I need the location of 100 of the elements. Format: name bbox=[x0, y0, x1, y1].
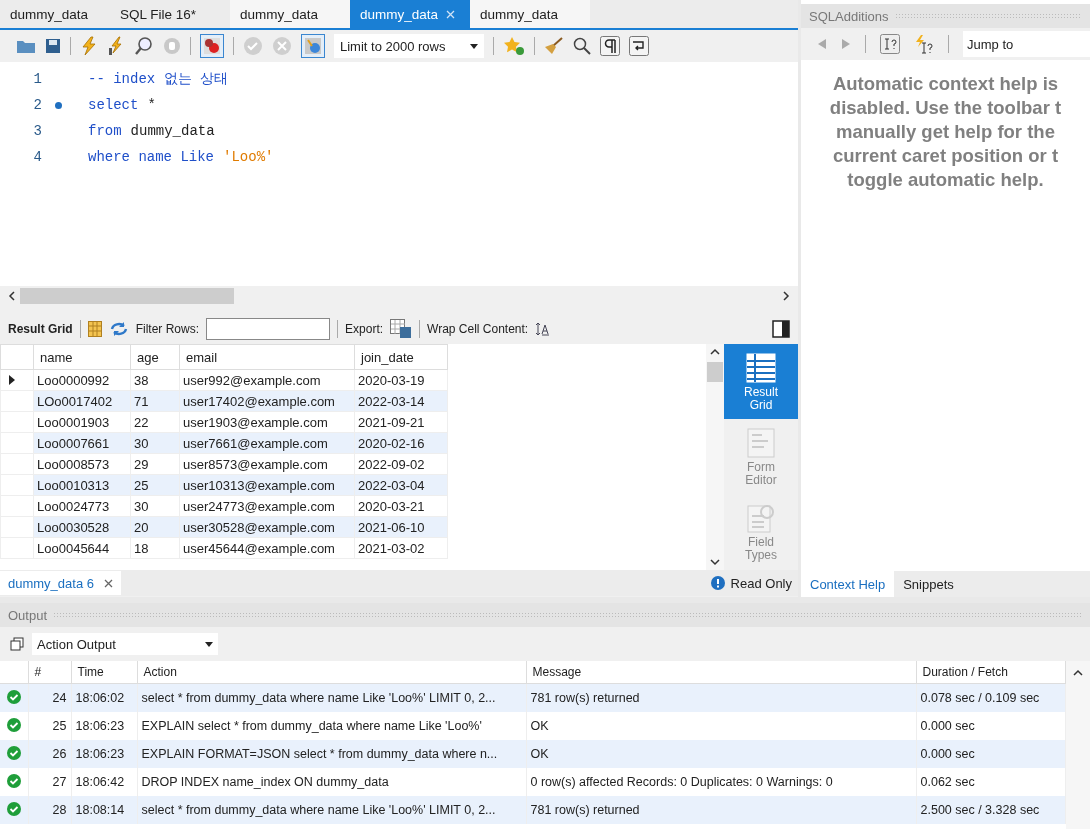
info-icon bbox=[710, 576, 725, 590]
line-number: 2 bbox=[32, 97, 42, 113]
column-header[interactable]: join_date bbox=[354, 344, 448, 370]
stop-on-error-toggle[interactable] bbox=[200, 34, 224, 58]
table-cell: Loo0000992 bbox=[33, 369, 131, 391]
wrap-icon[interactable] bbox=[629, 36, 649, 56]
column-header[interactable]: Time bbox=[71, 661, 137, 684]
table-cell: 2022-09-02 bbox=[354, 453, 448, 475]
export-icon[interactable] bbox=[390, 319, 413, 339]
code-text: select bbox=[88, 97, 139, 113]
auto-help-icon[interactable] bbox=[914, 34, 934, 54]
table-cell: select * from dummy_data where name Like 'Loo%' LIMIT 0, 2... bbox=[137, 796, 526, 824]
line-number: 3 bbox=[32, 123, 42, 139]
table-cell: 2.500 sec / 3.328 sec bbox=[916, 796, 1065, 824]
columns-icon[interactable] bbox=[87, 321, 102, 337]
column-header[interactable]: Message bbox=[526, 661, 916, 684]
editor-tab[interactable]: SQL File 16* bbox=[110, 0, 230, 28]
table-cell: 28 bbox=[28, 796, 71, 824]
table-cell: 2021-09-21 bbox=[354, 411, 448, 433]
column-header[interactable]: age bbox=[130, 344, 180, 370]
line-number: 1 bbox=[32, 71, 42, 87]
table-cell: user8573@example.com bbox=[179, 453, 355, 475]
manual-help-icon[interactable] bbox=[880, 34, 900, 54]
table-cell: OK bbox=[526, 740, 916, 768]
success-icon bbox=[7, 717, 21, 732]
filter-rows-label: Filter Rows: bbox=[135, 322, 200, 336]
copy-icon[interactable] bbox=[10, 637, 24, 651]
broom-icon[interactable] bbox=[544, 36, 564, 56]
scroll-up-icon[interactable] bbox=[1072, 669, 1083, 677]
back-icon[interactable] bbox=[817, 38, 827, 50]
table-cell: user992@example.com bbox=[179, 369, 355, 391]
scroll-left-icon[interactable] bbox=[8, 291, 16, 301]
table-cell: select * from dummy_data where name Like 'Loo%' LIMIT 0, 2... bbox=[137, 683, 526, 712]
success-icon bbox=[7, 801, 21, 816]
wrap-text-icon[interactable] bbox=[535, 322, 550, 336]
table-cell: Loo0024773 bbox=[33, 495, 131, 517]
panel-tab[interactable]: Context Help bbox=[801, 571, 895, 597]
editor-tab[interactable]: dummy_data bbox=[350, 0, 470, 28]
table-cell: user24773@example.com bbox=[179, 495, 355, 517]
result-grid-label: Result Grid bbox=[8, 322, 73, 336]
panel-toggle-icon[interactable] bbox=[772, 320, 790, 338]
success-icon bbox=[7, 745, 21, 760]
table-cell: user1903@example.com bbox=[179, 411, 355, 433]
pilcrow-icon[interactable] bbox=[600, 36, 620, 56]
scrollbar-thumb[interactable] bbox=[20, 288, 234, 304]
caret-icon bbox=[470, 43, 478, 49]
filter-rows-field[interactable] bbox=[206, 318, 331, 340]
magnifier-icon[interactable] bbox=[134, 36, 154, 56]
read-only-label: Read Only bbox=[730, 575, 792, 591]
result-tab[interactable]: dummy_data 6 bbox=[0, 571, 121, 595]
jump-to-dropdown[interactable]: Jump to bbox=[963, 31, 1090, 57]
column-header[interactable]: Action bbox=[137, 661, 526, 684]
table-cell: 781 row(s) returned bbox=[526, 683, 916, 712]
code-text: 'Loo%' bbox=[223, 149, 274, 165]
view-button[interactable]: Result Grid bbox=[724, 344, 798, 420]
autocommit-toggle[interactable] bbox=[301, 34, 325, 58]
folder-icon[interactable] bbox=[16, 38, 36, 54]
output-type-dropdown[interactable]: Action Output bbox=[32, 633, 218, 655]
code-text: where name Like bbox=[88, 149, 215, 165]
table-cell: 2021-03-02 bbox=[354, 537, 448, 559]
column-header[interactable]: # bbox=[28, 661, 71, 684]
star-plus-icon[interactable] bbox=[503, 36, 525, 56]
editor-tab[interactable]: dummy_data bbox=[230, 0, 350, 28]
lightning-cursor-icon[interactable] bbox=[107, 36, 125, 56]
search-icon[interactable] bbox=[573, 37, 591, 55]
wrap-cell-content-label: Wrap Cell Content: bbox=[427, 322, 529, 336]
table-cell: 26 bbox=[28, 740, 71, 768]
scroll-down-icon[interactable] bbox=[710, 558, 720, 566]
success-icon bbox=[7, 773, 21, 788]
export-label: Export: bbox=[345, 322, 384, 336]
editor-tab[interactable]: dummy_data bbox=[470, 0, 590, 28]
check-icon[interactable] bbox=[243, 36, 263, 56]
refresh-icon[interactable] bbox=[108, 321, 129, 337]
panel-tab[interactable]: Snippets bbox=[894, 571, 963, 597]
row-header[interactable] bbox=[0, 369, 34, 391]
table-cell: 18 bbox=[130, 537, 180, 559]
forward-icon[interactable] bbox=[841, 38, 851, 50]
limit-dropdown[interactable]: Limit to 2000 rows bbox=[334, 34, 484, 58]
form-icon bbox=[745, 427, 777, 459]
code-text: * bbox=[147, 97, 156, 113]
table-cell: 2020-03-21 bbox=[354, 495, 448, 517]
close-icon[interactable] bbox=[104, 578, 113, 588]
editor-tab[interactable]: dummy_data bbox=[0, 0, 110, 28]
current-row-icon bbox=[9, 374, 15, 385]
grid-icon bbox=[745, 351, 777, 384]
save-icon[interactable] bbox=[45, 38, 61, 54]
table-cell: 29 bbox=[130, 453, 180, 475]
panel-title: SQLAdditions bbox=[809, 8, 889, 24]
column-header[interactable]: email bbox=[179, 344, 355, 370]
panel-title: Output bbox=[8, 607, 48, 623]
column-header[interactable]: Duration / Fetch bbox=[916, 661, 1065, 684]
scrollbar-thumb[interactable] bbox=[707, 362, 723, 382]
scroll-up-icon[interactable] bbox=[710, 348, 720, 356]
lightning-icon[interactable] bbox=[80, 36, 98, 56]
table-cell: 18:08:14 bbox=[71, 796, 137, 824]
scroll-right-icon[interactable] bbox=[782, 291, 790, 301]
table-cell: 0.000 sec bbox=[916, 740, 1065, 768]
caret-icon bbox=[205, 641, 213, 647]
column-header[interactable]: name bbox=[33, 344, 131, 370]
table-cell: EXPLAIN FORMAT=JSON select * from dummy_data where n... bbox=[137, 740, 526, 768]
